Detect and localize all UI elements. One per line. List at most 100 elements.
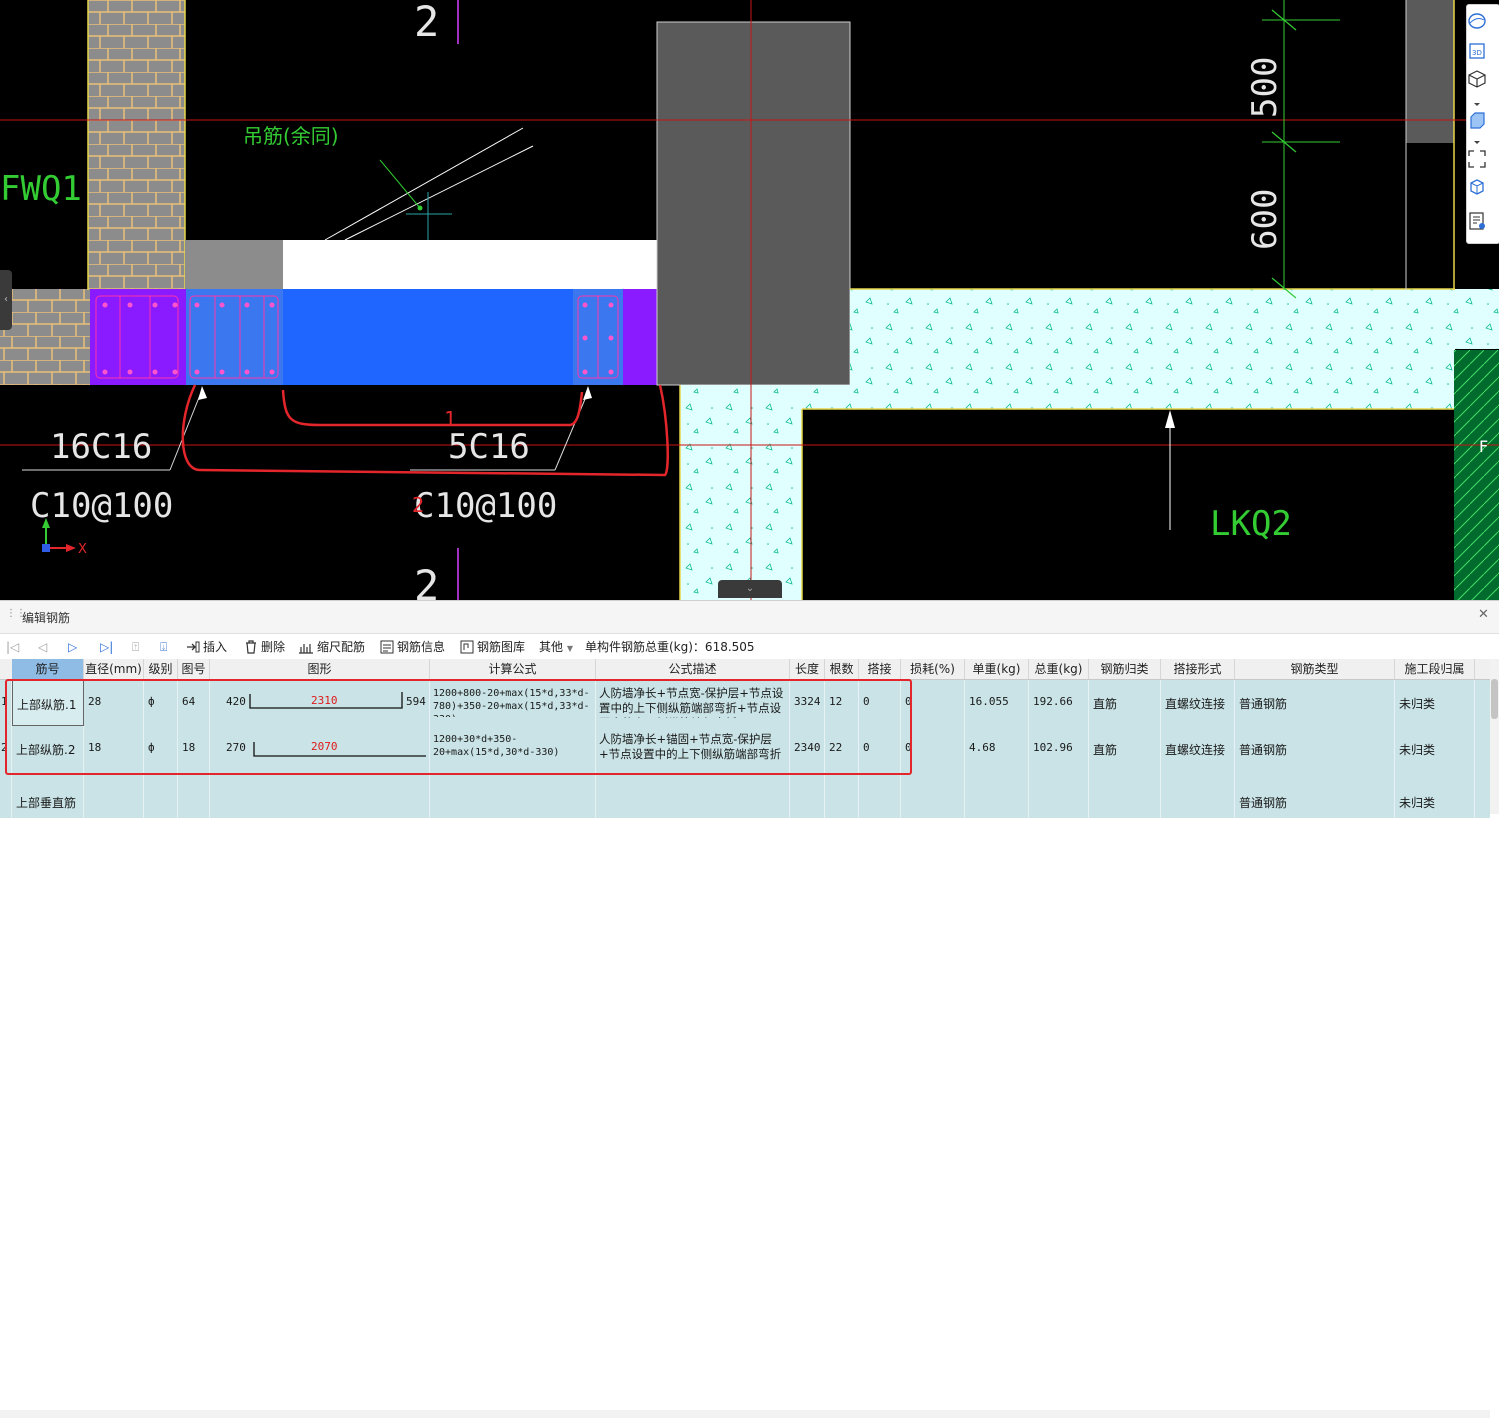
segment-value-cell[interactable]: 未归类 [1395,726,1475,772]
count-value-cell[interactable]: 22 [825,726,859,772]
category-value-cell[interactable]: 直筋 [1089,680,1161,726]
formula-text-cell[interactable]: 1200+30*d+350-20+max(15*d,30*d-330) [430,726,596,772]
white-slab [283,240,657,289]
insert-button[interactable]: 插入 [186,638,227,656]
table-row[interactable]: 1 上部纵筋.1 28 ф 64 420 2310 594 1200+800-20+max(15… [0,680,1490,727]
total-weight-value-cell[interactable]: 192.66 [1029,680,1089,726]
next-record-icon[interactable]: ▷ [68,638,77,656]
horizontal-scrollbar[interactable] [0,1410,1490,1418]
grade-value-cell[interactable]: ф [144,680,178,726]
cube-icon[interactable] [1467,69,1487,89]
column-header[interactable]: 长度 [790,659,825,679]
segment-value-cell[interactable]: 未归类 [1395,772,1475,818]
left-panel-handle[interactable]: ‹ [0,270,12,330]
category-value-cell[interactable]: 直筋 [1089,726,1161,772]
first-record-icon[interactable]: |◁ [6,638,19,656]
column-header[interactable]: 筋号 [12,659,84,679]
move-down-icon[interactable]: ⍗ [160,638,167,656]
formula-description-cell[interactable]: 人防墙净长+锚固+节点宽-保护层+节点设置中的上下侧纵筋端部弯折 [596,726,790,772]
table-row[interactable]: 上部垂直筋 普通钢筋 未归类 [0,772,1490,818]
diameter-value-cell[interactable] [84,772,144,818]
total-weight-value-cell[interactable] [1029,772,1089,818]
rebar-type-value-cell[interactable]: 普通钢筋 [1235,772,1395,818]
bottom-panel-handle[interactable]: ⌄ [718,580,782,598]
shape-cell[interactable]: 420 2310 594 [210,680,430,726]
lap-value-cell[interactable]: 0 [859,726,901,772]
delete-button[interactable]: 删除 [244,638,285,656]
table-row[interactable]: 2 上部纵筋.2 18 ф 18 270 2070 1200+30*d+350-20+max(… [0,726,1490,773]
unit-weight-value-cell[interactable] [965,772,1029,818]
3d-view-icon[interactable]: 3D [1467,41,1487,61]
column-header[interactable]: 图形 [210,659,430,679]
count-value-cell[interactable]: 12 [825,680,859,726]
move-up-icon[interactable]: ⍐ [132,638,139,656]
rebar-name-cell[interactable]: 上部垂直筋 [12,772,84,818]
lap-type-value-cell[interactable]: 直螺纹连接 [1161,680,1235,726]
column-header[interactable]: 级别 [144,659,178,679]
column-header[interactable]: 钢筋归类 [1089,659,1161,679]
column-header[interactable]: 钢筋类型 [1235,659,1395,679]
vertical-scrollbar[interactable] [1490,659,1499,814]
lap-type-value-cell[interactable]: 直螺纹连接 [1161,726,1235,772]
lap-type-value-cell[interactable] [1161,772,1235,818]
rebar-type-value-cell[interactable]: 普通钢筋 [1235,726,1395,772]
cube-outline-icon[interactable] [1467,177,1487,197]
grade-value-cell[interactable] [144,772,178,818]
sphere-icon[interactable] [1467,11,1487,31]
count-value-cell[interactable] [825,772,859,818]
lap-value-cell[interactable] [859,772,901,818]
column-header[interactable]: 根数 [825,659,859,679]
lap-value-cell[interactable]: 0 [859,680,901,726]
formula-description-cell[interactable] [596,772,790,818]
column-header[interactable]: 单重(kg) [965,659,1029,679]
column-header[interactable]: 直径(mm) [84,659,144,679]
box-icon[interactable] [1467,111,1487,131]
column-header[interactable]: 图号 [178,659,210,679]
category-value-cell[interactable] [1089,772,1161,818]
unit-weight-value-cell[interactable]: 16.055 [965,680,1029,726]
length-value-cell[interactable]: 3324 [790,680,825,726]
list-settings-icon[interactable] [1467,211,1487,231]
drag-grip-icon[interactable]: ⋮⋮ [6,609,26,624]
unit-weight-value-cell[interactable]: 4.68 [965,726,1029,772]
diameter-value-cell[interactable]: 28 [84,680,144,726]
fullscreen-icon[interactable] [1467,149,1487,169]
rebar-library-button[interactable]: 钢筋图库 [460,638,525,656]
length-value-cell[interactable]: 2340 [790,726,825,772]
column-header[interactable]: 搭接 [859,659,901,679]
rebar-name-cell[interactable]: 上部纵筋.1 [12,680,84,726]
formula-description-cell[interactable]: 人防墙净长+节点宽-保护层+节点设置中的上下侧纵筋端部弯折+节点设置中的上下侧纵… [596,680,790,726]
figure-number-cell[interactable]: 64 [178,680,210,726]
figure-number-cell[interactable]: 18 [178,726,210,772]
rebar-name: 上部纵筋.1 [17,698,77,712]
rebar-type-value-cell[interactable]: 普通钢筋 [1235,680,1395,726]
loss-value-cell[interactable]: 0 [901,680,965,726]
other-menu-button[interactable]: 其他 ▼ [539,638,573,656]
loss-value-cell[interactable]: 0 [901,726,965,772]
column-header[interactable]: 计算公式 [430,659,596,679]
column-header[interactable]: 总重(kg) [1029,659,1089,679]
column-header[interactable]: 搭接形式 [1161,659,1235,679]
total-weight-value-cell[interactable]: 102.96 [1029,726,1089,772]
shape-cell[interactable] [210,772,430,818]
ruler-rebar-button[interactable]: 缩尺配筋 [298,638,365,656]
column-header[interactable]: 公式描述 [596,659,790,679]
grade-value-cell[interactable]: ф [144,726,178,772]
shape-cell[interactable]: 270 2070 [210,726,430,772]
rebar-info-button[interactable]: 钢筋信息 [380,638,445,656]
row-index-label: 1 [1,695,8,708]
length-value-cell[interactable] [790,772,825,818]
close-icon[interactable]: ✕ [1478,607,1489,622]
formula-text-cell[interactable]: 1200+800-20+max(15*d,33*d-780)+350-20+ma… [430,680,596,726]
prev-record-icon[interactable]: ◁ [38,638,47,656]
rebar-name-cell[interactable]: 上部纵筋.2 [12,726,84,772]
segment-value-cell[interactable]: 未归类 [1395,680,1475,726]
diameter-value-cell[interactable]: 18 [84,726,144,772]
column-header[interactable]: 施工段归属 [1395,659,1475,679]
formula-text-cell[interactable] [430,772,596,818]
cad-canvas[interactable]: FWQ1 吊筋(余同) 16C16 5C16 C10@100 C10@100 2… [0,0,1499,600]
last-record-icon[interactable]: ▷| [100,638,113,656]
loss-value-cell[interactable] [901,772,965,818]
figure-number-cell[interactable] [178,772,210,818]
column-header[interactable]: 损耗(%) [901,659,965,679]
